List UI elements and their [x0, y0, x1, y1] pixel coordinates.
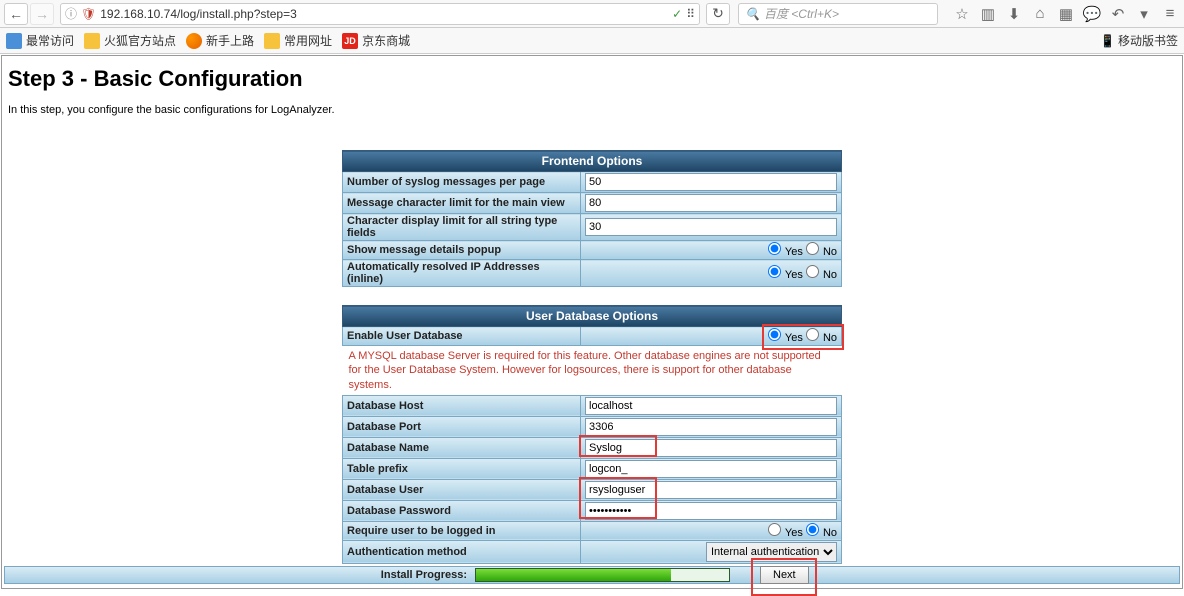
dropdown-icon[interactable]: ▾: [1134, 4, 1154, 24]
undo-icon[interactable]: ↶: [1108, 4, 1128, 24]
mobile-bookmarks[interactable]: 📱移动版书签: [1100, 32, 1178, 49]
progress-track: [475, 568, 730, 582]
page-title: Step 3 - Basic Configuration: [8, 66, 1176, 92]
search-placeholder: 百度 <Ctrl+K>: [764, 5, 839, 22]
char-limit-label: Character display limit for all string t…: [343, 214, 581, 241]
search-icon: 🔍: [745, 7, 760, 21]
bookmark-item[interactable]: 新手上路: [186, 32, 254, 49]
db-port-input[interactable]: [585, 418, 837, 436]
require-login-no[interactable]: [806, 523, 819, 536]
url-text: 192.168.10.74/log/install.php?step=3: [100, 7, 668, 21]
db-user-label: Database User: [343, 479, 581, 500]
auto-resolve-label: Automatically resolved IP Addresses (inl…: [343, 260, 581, 287]
auto-resolve-yes[interactable]: [768, 265, 781, 278]
db-prefix-label: Table prefix: [343, 458, 581, 479]
forward-button: →: [30, 3, 54, 25]
search-box[interactable]: 🔍 百度 <Ctrl+K>: [738, 3, 938, 25]
enable-db-label: Enable User Database: [343, 327, 581, 346]
shield-icon: 🛡: [81, 7, 96, 21]
db-name-input[interactable]: [585, 439, 837, 457]
frontend-header: Frontend Options: [343, 151, 842, 172]
show-popup-no[interactable]: [806, 242, 819, 255]
show-popup-label: Show message details popup: [343, 241, 581, 260]
browser-nav-bar: ← → ⓘ 🛡 192.168.10.74/log/install.php?st…: [0, 0, 1184, 28]
menu-icon[interactable]: ≡: [1160, 4, 1180, 24]
num-msgs-label: Number of syslog messages per page: [343, 172, 581, 193]
grid-icon[interactable]: ▦: [1056, 4, 1076, 24]
chat-icon[interactable]: 💬: [1082, 4, 1102, 24]
show-popup-yes[interactable]: [768, 242, 781, 255]
auth-method-label: Authentication method: [343, 540, 581, 563]
qr-icon[interactable]: ⠿: [686, 7, 695, 21]
address-bar[interactable]: ⓘ 🛡 192.168.10.74/log/install.php?step=3…: [60, 3, 700, 25]
db-prefix-input[interactable]: [585, 460, 837, 478]
db-pass-input[interactable]: [585, 502, 837, 520]
frontend-options-table: Frontend Options Number of syslog messag…: [342, 150, 842, 287]
bookmarks-bar: 最常访问 火狐官方站点 新手上路 常用网址 JD京东商城 📱移动版书签: [0, 28, 1184, 54]
info-icon: ⓘ: [65, 5, 77, 22]
msg-limit-label: Message character limit for the main vie…: [343, 193, 581, 214]
require-login-label: Require user to be logged in: [343, 521, 581, 540]
bookmark-item[interactable]: 最常访问: [6, 32, 74, 49]
progress-label: Install Progress:: [5, 569, 475, 581]
db-port-label: Database Port: [343, 416, 581, 437]
bookmark-item[interactable]: JD京东商城: [342, 32, 410, 49]
folder-icon: [264, 33, 280, 49]
require-login-yes[interactable]: [768, 523, 781, 536]
msg-limit-input[interactable]: [585, 194, 837, 212]
library-icon[interactable]: ▥: [978, 4, 998, 24]
bookmark-item[interactable]: 火狐官方站点: [84, 32, 176, 49]
install-progress-bar: Install Progress: Next: [4, 566, 1180, 584]
verified-icon: ✓: [672, 7, 682, 21]
userdb-header: User Database Options: [343, 306, 842, 327]
progress-fill: [476, 569, 671, 581]
toolbar-icons: ☆ ▥ ⬇ ⌂ ▦ 💬 ↶ ▾ ≡: [952, 4, 1180, 24]
page-description: In this step, you configure the basic co…: [8, 104, 1176, 116]
db-pass-label: Database Password: [343, 500, 581, 521]
home-icon[interactable]: ⌂: [1030, 4, 1050, 24]
enable-db-no[interactable]: [806, 328, 819, 341]
mobile-icon: 📱: [1100, 34, 1115, 48]
auth-method-select[interactable]: Internal authentication: [706, 542, 837, 562]
userdb-options-table: User Database Options Enable User Databa…: [342, 305, 842, 564]
db-host-input[interactable]: [585, 397, 837, 415]
char-limit-input[interactable]: [585, 218, 837, 236]
folder-icon: [84, 33, 100, 49]
auto-resolve-no[interactable]: [806, 265, 819, 278]
db-user-input[interactable]: [585, 481, 837, 499]
page-content: Step 3 - Basic Configuration In this ste…: [1, 55, 1183, 589]
star-icon[interactable]: ☆: [952, 4, 972, 24]
db-host-label: Database Host: [343, 395, 581, 416]
next-button[interactable]: Next: [760, 566, 809, 584]
reload-button[interactable]: ↻: [706, 3, 730, 25]
bookmark-icon: [6, 33, 22, 49]
enable-db-yes[interactable]: [768, 328, 781, 341]
num-msgs-input[interactable]: [585, 173, 837, 191]
download-icon[interactable]: ⬇: [1004, 4, 1024, 24]
userdb-note: A MYSQL database Server is required for …: [343, 346, 842, 396]
db-name-label: Database Name: [343, 437, 581, 458]
firefox-icon: [186, 33, 202, 49]
bookmark-item[interactable]: 常用网址: [264, 32, 332, 49]
back-button[interactable]: ←: [4, 3, 28, 25]
jd-icon: JD: [342, 33, 358, 49]
